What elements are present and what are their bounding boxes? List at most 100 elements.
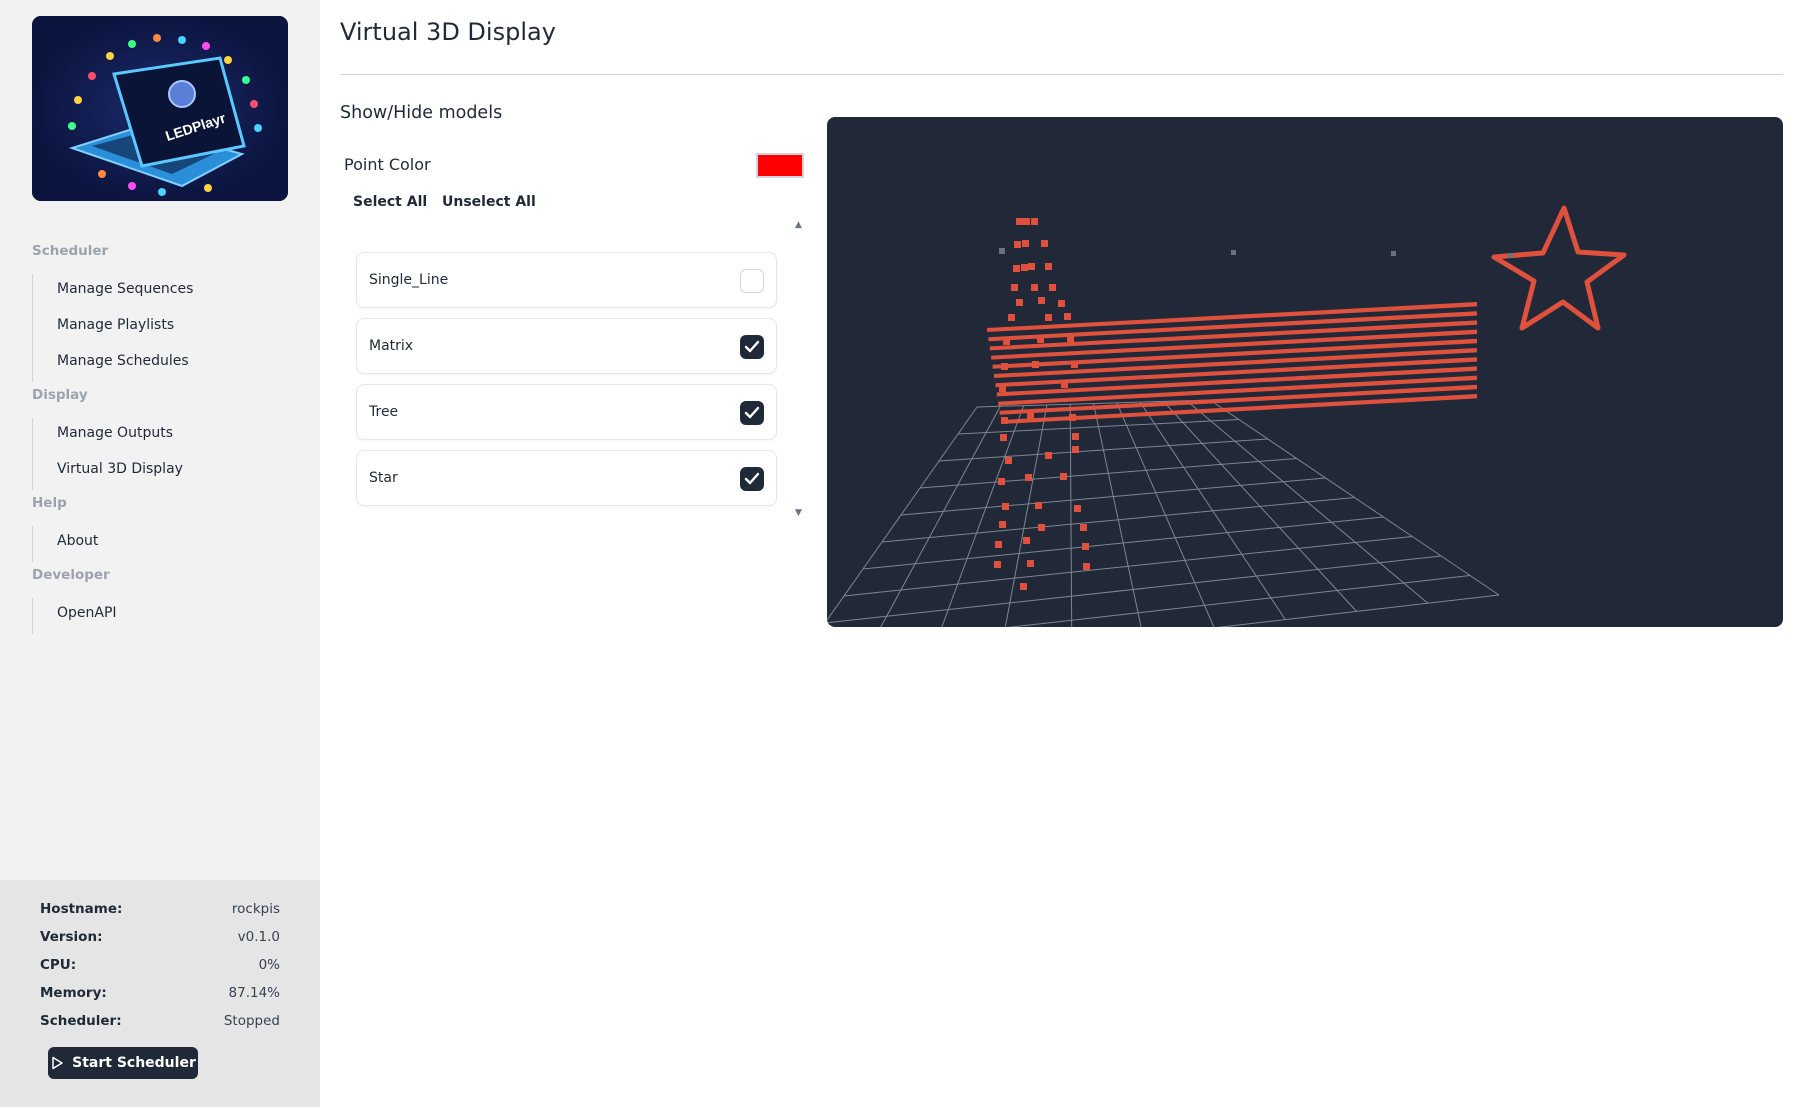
sidebar-item-manage-sequences[interactable]: Manage Sequences xyxy=(32,274,292,310)
grid-line xyxy=(919,458,1297,489)
sidebar-item-manage-playlists[interactable]: Manage Playlists xyxy=(32,310,292,346)
tree-led xyxy=(1060,473,1067,480)
model-name: Tree xyxy=(369,404,399,420)
grid-line xyxy=(881,497,1355,543)
hostname-value: rockpis xyxy=(231,901,280,917)
tree-led xyxy=(1000,434,1007,441)
tree-led xyxy=(1008,314,1015,321)
version-row: Version: v0.1.0 xyxy=(40,926,280,948)
app-logo[interactable]: LEDPlayr xyxy=(32,16,288,201)
start-scheduler-button[interactable]: Start Scheduler xyxy=(48,1047,198,1079)
title-divider xyxy=(340,74,1783,75)
start-scheduler-label: Start Scheduler xyxy=(72,1055,196,1071)
grid-line xyxy=(938,438,1268,462)
single-line-model xyxy=(999,248,1513,258)
unselect-all-button[interactable]: Unselect All xyxy=(442,194,536,210)
version-label: Version: xyxy=(40,929,103,945)
sidebar-nav: Scheduler Manage Sequences Manage Playli… xyxy=(32,238,292,634)
checkmark-icon xyxy=(744,472,760,485)
tree-led xyxy=(1022,240,1029,247)
tree-led xyxy=(1082,543,1089,550)
model-card-single-line[interactable]: Single_Line xyxy=(356,252,777,308)
sidebar-item-manage-outputs[interactable]: Manage Outputs xyxy=(32,418,292,454)
grid-line xyxy=(957,419,1239,435)
point-color-label: Point Color xyxy=(344,155,431,174)
nav-section-scheduler: Scheduler xyxy=(32,243,109,259)
checkmark-icon xyxy=(744,340,760,353)
model-checkbox[interactable] xyxy=(740,269,764,293)
tree-led xyxy=(1023,537,1030,544)
tree-led xyxy=(1001,417,1008,424)
hostname-row: Hostname: rockpis xyxy=(40,898,280,920)
page-title: Virtual 3D Display xyxy=(340,18,556,46)
sidebar-item-openapi[interactable]: OpenAPI xyxy=(32,598,292,634)
tree-led xyxy=(1058,300,1065,307)
nav-section-display: Display xyxy=(32,387,88,403)
scheduler-row: Scheduler: Stopped xyxy=(40,1010,280,1032)
tree-led xyxy=(1021,264,1028,271)
tree-led xyxy=(1014,241,1021,248)
matrix-model xyxy=(987,302,1477,424)
tree-led xyxy=(1045,314,1052,321)
grid-line xyxy=(880,406,1001,627)
tree-led xyxy=(998,478,1005,485)
model-name: Single_Line xyxy=(369,272,449,288)
tree-led xyxy=(1064,313,1071,320)
hostname-label: Hostname: xyxy=(40,901,123,917)
model-checkbox[interactable] xyxy=(740,335,764,359)
scroll-down-icon[interactable]: ▼ xyxy=(795,508,802,518)
grid-line xyxy=(1216,594,1500,627)
tree-led xyxy=(1025,474,1032,481)
model-card-star[interactable]: Star xyxy=(356,450,777,506)
checkmark-icon xyxy=(744,406,760,419)
select-all-button[interactable]: Select All xyxy=(353,194,427,210)
tree-led xyxy=(1067,335,1074,342)
tree-led xyxy=(1005,457,1012,464)
floor-grid xyxy=(827,399,1500,627)
tree-led xyxy=(1072,446,1079,453)
tree-led xyxy=(1031,284,1038,291)
model-card-tree[interactable]: Tree xyxy=(356,384,777,440)
tree-led xyxy=(1061,381,1068,388)
logo-laptop-icon: LEDPlayr xyxy=(32,16,288,201)
tree-led xyxy=(1001,363,1008,370)
grid-line xyxy=(1006,575,1471,627)
virtual-3d-viewport[interactable] xyxy=(827,117,1783,627)
grid-line xyxy=(900,477,1326,516)
grid-line xyxy=(941,405,1025,627)
tree-led xyxy=(1072,433,1079,440)
tree-led xyxy=(1027,413,1034,420)
memory-label: Memory: xyxy=(40,985,107,1001)
tree-led xyxy=(999,521,1006,528)
sidebar-item-about[interactable]: About xyxy=(32,526,292,562)
tree-led xyxy=(999,385,1006,392)
scheduler-status: Stopped xyxy=(223,1013,280,1029)
model-checkbox[interactable] xyxy=(740,467,764,491)
memory-value: 87.14% xyxy=(228,985,280,1001)
tree-led xyxy=(1016,218,1023,225)
model-name: Star xyxy=(369,470,398,486)
sidebar-item-manage-schedules[interactable]: Manage Schedules xyxy=(32,346,292,382)
model-card-matrix[interactable]: Matrix xyxy=(356,318,777,374)
3d-scene-canvas[interactable] xyxy=(827,117,1783,627)
grid-line xyxy=(843,536,1413,597)
tree-led xyxy=(1045,263,1052,270)
tree-led xyxy=(1031,218,1038,225)
point-color-picker[interactable] xyxy=(756,153,804,178)
tree-led xyxy=(1038,297,1045,304)
scroll-up-icon[interactable]: ▲ xyxy=(795,220,802,230)
sidebar-item-virtual-3d-display[interactable]: Virtual 3D Display xyxy=(32,454,292,490)
tree-led xyxy=(1020,583,1027,590)
tree-led xyxy=(994,561,1001,568)
model-checkbox[interactable] xyxy=(740,401,764,425)
tree-led xyxy=(1011,284,1018,291)
model-name: Matrix xyxy=(369,338,414,354)
tree-led xyxy=(1049,284,1056,291)
play-icon xyxy=(52,1056,63,1070)
tree-led xyxy=(1037,336,1044,343)
sidebar: LEDPlayr Scheduler Manage Sequences Mana… xyxy=(0,0,320,1107)
tree-led xyxy=(1041,240,1048,247)
memory-row: Memory: 87.14% xyxy=(40,982,280,1004)
nav-section-developer: Developer xyxy=(32,567,110,583)
tree-led xyxy=(1016,299,1023,306)
